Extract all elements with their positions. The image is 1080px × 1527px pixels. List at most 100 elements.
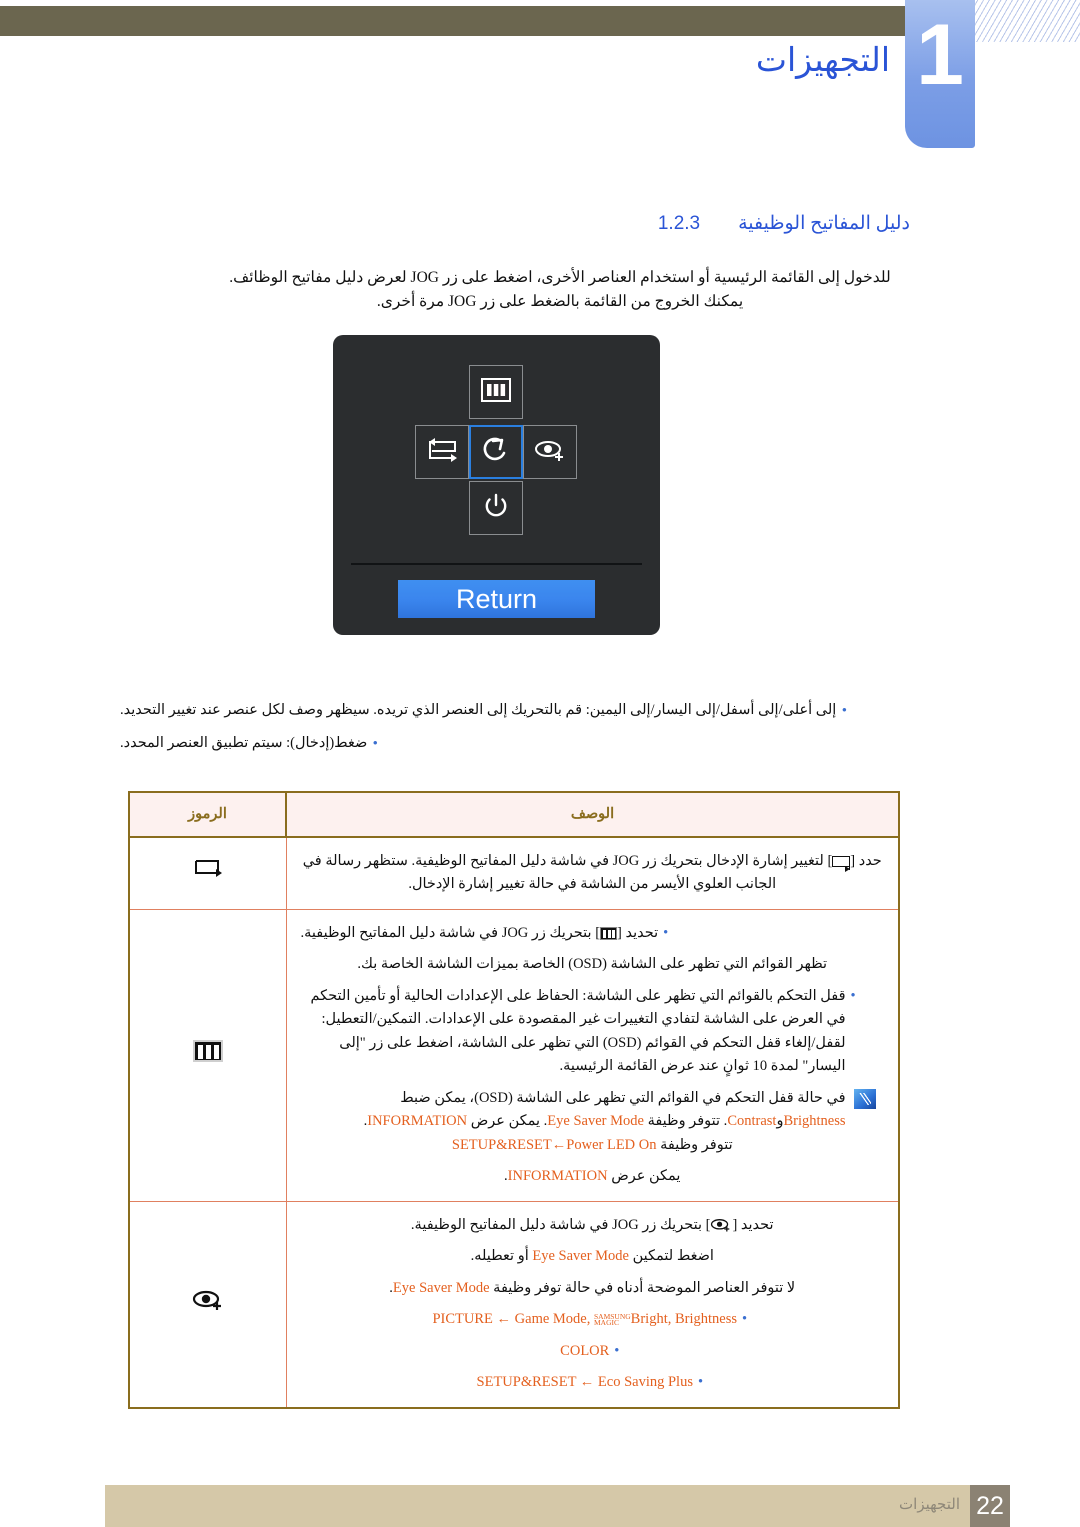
- menu-path-text: COLOR: [560, 1342, 610, 1359]
- arrow-icon: ←: [579, 1374, 595, 1391]
- menu-path-bullet: • PICTURE ← Game Mode, SAMSUNG MAGIC Brigh…: [301, 1308, 885, 1331]
- term-information: INFORMATION: [367, 1113, 468, 1130]
- term-eco-saving-plus: Eco Saving Plus: [597, 1374, 693, 1391]
- column-header-description: الوصف: [285, 791, 900, 838]
- osd-power-key[interactable]: [469, 481, 523, 535]
- osd-return-button[interactable]: Return: [398, 580, 595, 618]
- bullet-dot-icon: •: [841, 703, 847, 719]
- description-text: تتوفر وظيفة SETUP&RESET←Power LED On: [301, 1134, 885, 1157]
- row-symbol: [128, 836, 287, 910]
- description-text: اضغط لتمكين Eye Saver Mode أو تعطيله.: [301, 1245, 885, 1268]
- desc-prefix: تحديد [: [732, 1216, 774, 1233]
- power-icon: [482, 492, 510, 525]
- intro-paragraph: للدخول إلى القائمة الرئيسية أو استخدام ا…: [180, 266, 940, 314]
- header-olive-bar: [0, 6, 905, 36]
- bullet-text: قفل التحكم بالقوائم التي تظهر على الشاشة…: [310, 987, 846, 1075]
- bullet-dot-icon: •: [741, 1311, 748, 1328]
- bullet-text: ضغط(إدخال): سيتم تطبيق العنصر المحدد.: [120, 734, 368, 751]
- bullet-dot-icon: •: [850, 987, 856, 1004]
- function-key-table: الوصف الرموز حدد [ ] لتغيير إشارة الإدخال…: [128, 791, 900, 1409]
- menu-icon: [192, 1040, 223, 1063]
- desc-prefix: تحديد [: [617, 924, 659, 941]
- header-hatch-pattern: [975, 0, 1080, 42]
- return-arrow-icon: [481, 435, 511, 470]
- desc-suffix: أو تعطيله.: [470, 1248, 533, 1265]
- term-magicbright: Bright: [630, 1311, 668, 1328]
- menu-path-bullet: • SETUP&RESET ← Eco Saving Plus: [301, 1371, 885, 1394]
- menu-path-text: SETUP&RESET ← Eco Saving Plus: [477, 1371, 693, 1394]
- note-mid: . تتوفر وظيفة: [643, 1113, 728, 1130]
- desc-prefix: تتوفر وظيفة: [656, 1136, 733, 1153]
- desc-prefix: يمكن عرض: [607, 1168, 681, 1185]
- term-brightness: Brightness: [783, 1113, 846, 1130]
- note-block: في حالة قفل التحكم في القوائم التي تظهر …: [301, 1087, 885, 1134]
- osd-eye-saver-key[interactable]: [523, 425, 577, 479]
- eye-saver-icon: [533, 437, 567, 468]
- bullet-text: تحديد [ ] بتحريك زر JOG في شاشة دليل المف…: [301, 922, 659, 945]
- table-header-row: الوصف الرموز: [128, 791, 900, 838]
- eye-saver-icon: [191, 1290, 225, 1317]
- magic-subscript: MAGIC: [593, 1317, 619, 1327]
- section-heading: دليل المفاتيح الوظيفية 1.2.3: [600, 212, 910, 235]
- arrow-icon: ←: [551, 1136, 567, 1153]
- desc-suffix: ] لتغيير إشارة الإدخال بتحريك زر JOG في …: [302, 853, 833, 893]
- term-information: INFORMATION: [507, 1168, 608, 1185]
- list-item: • إلى أعلى/إلى أسفل/إلى اليسار/إلى اليمي…: [120, 700, 940, 723]
- bullet-dot-icon: •: [372, 735, 378, 752]
- section-number: 1.2.3: [657, 213, 701, 234]
- instruction-bullets: • إلى أعلى/إلى أسفل/إلى اليسار/إلى اليمي…: [120, 700, 940, 765]
- term-picture: PICTURE: [432, 1311, 493, 1328]
- menu-path-bullet: • COLOR: [301, 1340, 885, 1363]
- list-item: • ضغط(إدخال): سيتم تطبيق العنصر المحدد.: [120, 733, 940, 756]
- term-power-led-on: Power LED On: [566, 1136, 657, 1153]
- menu-icon: [481, 377, 511, 407]
- desc-prefix: لا تتوفر العناصر الموضحة أدناه في حالة ت…: [489, 1279, 796, 1296]
- row-description: • تحديد [ ] بتحريك زر JOG في شاشة دليل ال…: [285, 908, 900, 1202]
- bullet-dot-icon: •: [697, 1374, 704, 1391]
- term-game-mode: Game Mode: [514, 1311, 587, 1328]
- osd-divider: [351, 563, 642, 565]
- note-prefix: في حالة قفل التحكم في القوائم التي تظهر …: [400, 1089, 846, 1106]
- eye-saver-icon: [710, 1217, 732, 1233]
- menu-path-text: PICTURE ← Game Mode, SAMSUNG MAGIC Bright,…: [432, 1311, 738, 1328]
- note-text: في حالة قفل التحكم في القوائم التي تظهر …: [301, 1087, 846, 1134]
- row-description: تحديد [ ] بتحريك زر JOG في شاشة دليل المف…: [285, 1200, 900, 1409]
- input-source-icon: [426, 437, 458, 468]
- description-bullet: • تحديد [ ] بتحريك زر JOG في شاشة دليل ال…: [301, 922, 885, 945]
- desc-prefix: حدد [: [850, 853, 882, 869]
- note-mid-2: . يمكن عرض: [467, 1113, 548, 1130]
- term-eye-saver-mode: Eye Saver Mode: [392, 1279, 490, 1296]
- table-row: تحديد [ ] بتحريك زر JOG في شاشة دليل المف…: [128, 1200, 900, 1409]
- table-row: حدد [ ] لتغيير إشارة الإدخال بتحريك زر JO…: [128, 836, 900, 910]
- description-text: يمكن عرض INFORMATION.: [301, 1165, 885, 1188]
- page-header: 1 التجهيزات: [0, 0, 1080, 160]
- page-number: 22: [976, 1491, 1004, 1520]
- desc-suffix: ] بتحريك زر JOG في شاشة دليل المفاتيح ال…: [300, 924, 601, 941]
- osd-return-key[interactable]: [469, 425, 523, 479]
- arrow-icon: ←: [496, 1311, 512, 1328]
- column-header-symbols: الرموز: [128, 791, 287, 838]
- footer-chapter-label: التجهيزات: [899, 1497, 960, 1513]
- term-setup-reset: SETUP&RESET: [476, 1374, 577, 1391]
- intro-line-1: للدخول إلى القائمة الرئيسية أو استخدام ا…: [229, 269, 891, 286]
- term-contrast: Contrast: [727, 1113, 777, 1130]
- row-symbol: [128, 908, 287, 1202]
- bullet-dot-icon: •: [663, 924, 669, 941]
- desc-prefix: اضغط لتمكين: [628, 1248, 714, 1265]
- osd-menu-key[interactable]: [469, 365, 523, 419]
- desc-suffix: ] بتحريك زر JOG في شاشة دليل المفاتيح ال…: [410, 1216, 711, 1233]
- row-description: حدد [ ] لتغيير إشارة الإدخال بتحريك زر JO…: [285, 836, 900, 910]
- chapter-number: 1: [916, 7, 964, 103]
- term-setup-reset: SETUP&RESET: [451, 1136, 552, 1153]
- row-symbol: [128, 1200, 287, 1409]
- description-text: لا تتوفر العناصر الموضحة أدناه في حالة ت…: [301, 1277, 885, 1300]
- term-eye-saver-mode: Eye Saver Mode: [547, 1113, 644, 1130]
- table-row: • تحديد [ ] بتحريك زر JOG في شاشة دليل ال…: [128, 908, 900, 1202]
- osd-input-source-key[interactable]: [415, 425, 469, 479]
- description-bullet: • قفل التحكم بالقوائم التي تظهر على الشا…: [301, 985, 885, 1079]
- note-icon: [853, 1088, 876, 1109]
- input-source-icon: [832, 856, 851, 873]
- footer-page-box: 22: [970, 1485, 1010, 1527]
- chapter-title: التجهيزات: [755, 43, 890, 79]
- description-text: تحديد [ ] بتحريك زر JOG في شاشة دليل المف…: [301, 1214, 885, 1237]
